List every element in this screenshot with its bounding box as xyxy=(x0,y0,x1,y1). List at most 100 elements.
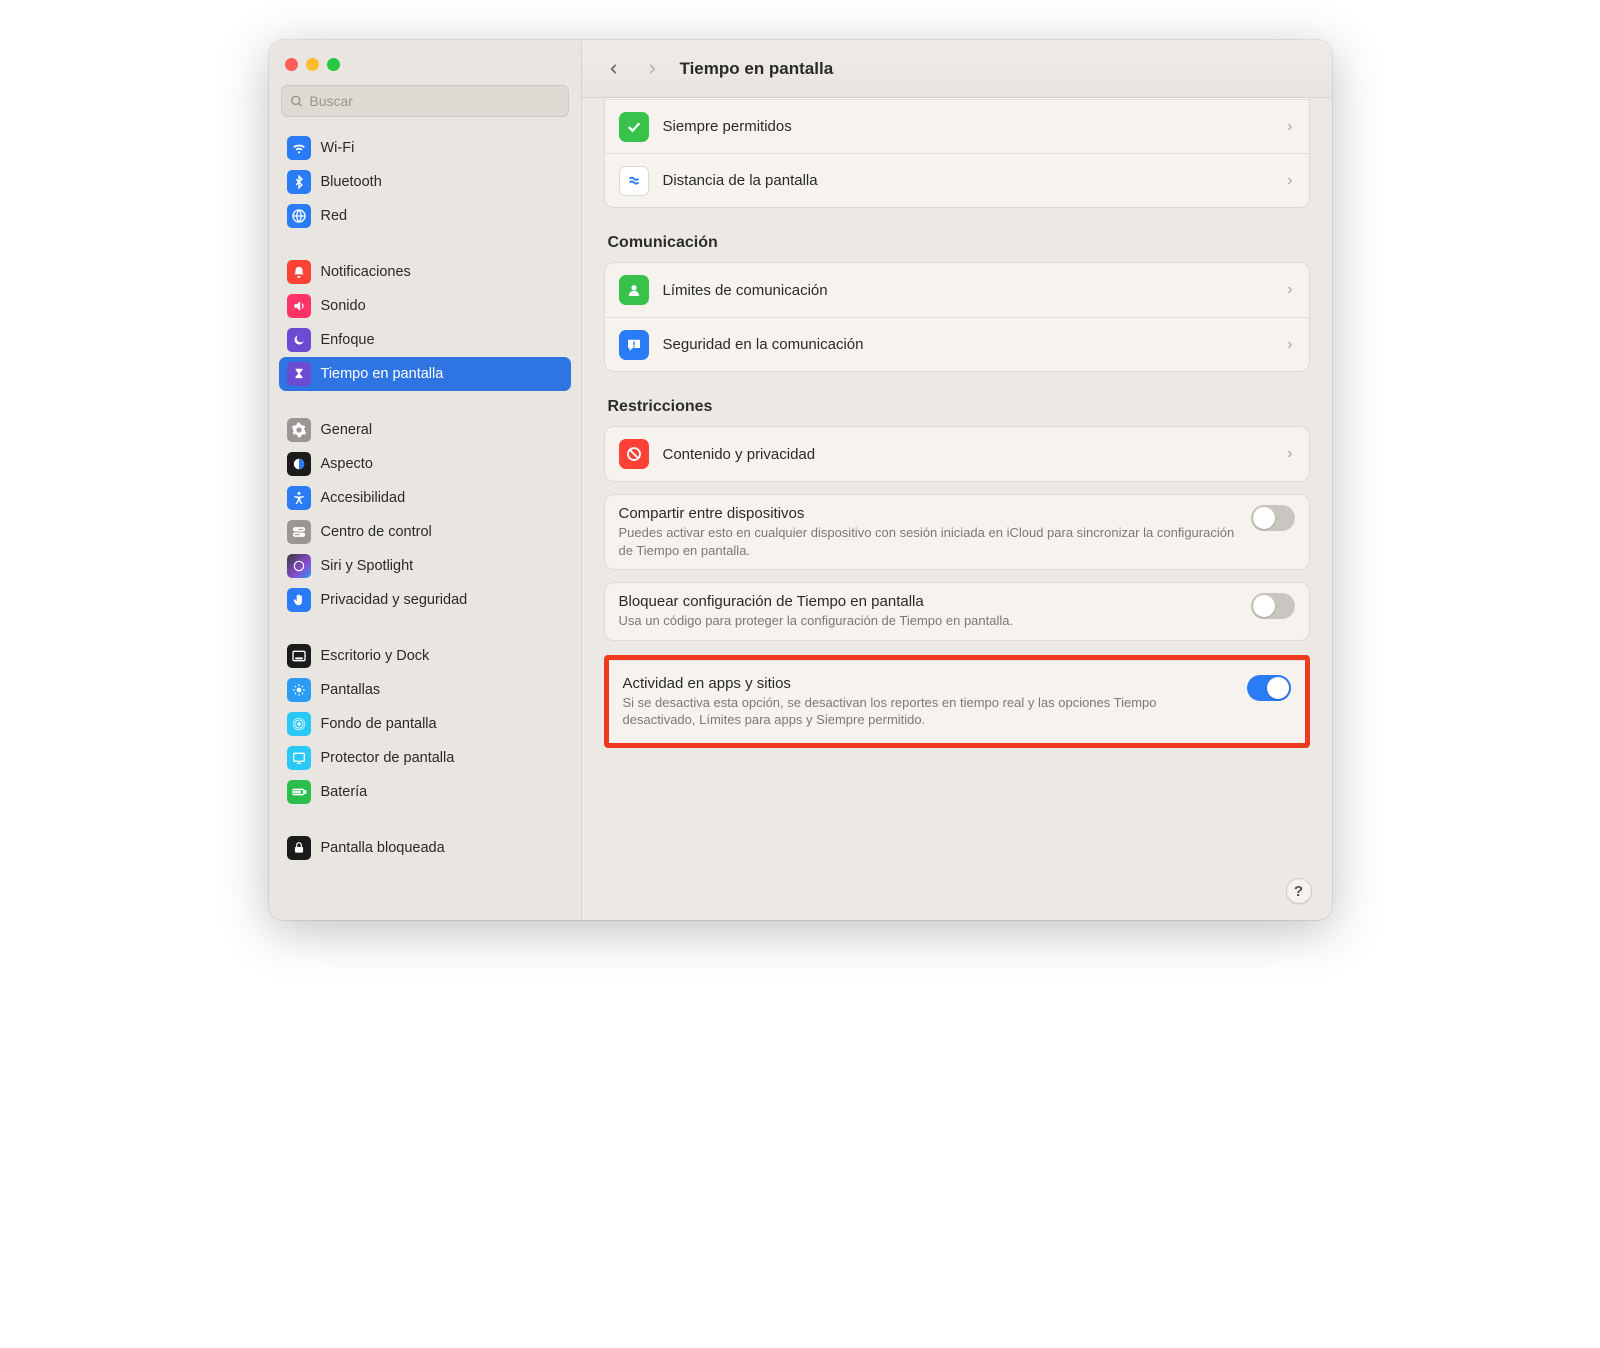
search-input[interactable] xyxy=(309,93,559,109)
sidebar-item-displays[interactable]: Pantallas xyxy=(279,673,571,707)
restrictions-card: Contenido y privacidad › xyxy=(604,426,1310,482)
sidebar-item-label: Tiempo en pantalla xyxy=(321,366,444,382)
sidebar-item-wifi[interactable]: Wi-Fi xyxy=(279,131,571,165)
row-label: Distancia de la pantalla xyxy=(663,172,818,189)
window-controls xyxy=(269,52,581,85)
sidebar-item-label: Enfoque xyxy=(321,332,375,348)
no-entry-icon xyxy=(619,439,649,469)
row-label: Siempre permitidos xyxy=(663,118,792,135)
highlighted-region: Actividad en apps y sitios Si se desacti… xyxy=(604,655,1310,748)
siri-icon xyxy=(287,554,311,578)
sidebar-item-label: Accesibilidad xyxy=(321,490,406,506)
close-window-button[interactable] xyxy=(285,58,298,71)
row-screen-distance[interactable]: Distancia de la pantalla › xyxy=(605,153,1309,207)
sidebar-item-control-center[interactable]: Centro de control xyxy=(279,515,571,549)
sidebar-item-label: Pantalla bloqueada xyxy=(321,840,445,856)
forward-button[interactable] xyxy=(638,55,666,83)
content-scroll[interactable]: Siempre permitidos › Distancia de la pan… xyxy=(582,98,1332,920)
battery-icon xyxy=(287,780,311,804)
row-share-devices: Compartir entre dispositivos Puedes acti… xyxy=(605,495,1309,569)
sidebar-item-label: Centro de control xyxy=(321,524,432,540)
row-description: Usa un código para proteger la configura… xyxy=(619,612,1237,630)
bell-icon xyxy=(287,260,311,284)
row-label: Límites de comunicación xyxy=(663,282,828,299)
row-label: Contenido y privacidad xyxy=(663,446,816,463)
row-comm-safety[interactable]: Seguridad en la comunicación › xyxy=(605,317,1309,371)
globe-icon xyxy=(287,204,311,228)
row-content-privacy[interactable]: Contenido y privacidad › xyxy=(605,427,1309,481)
check-icon xyxy=(619,112,649,142)
moon-icon xyxy=(287,328,311,352)
sidebar-nav: Wi-Fi Bluetooth Red Notificaciones xyxy=(269,127,581,889)
sidebar-item-battery[interactable]: Batería xyxy=(279,775,571,809)
sidebar-item-label: Protector de pantalla xyxy=(321,750,455,766)
accessibility-icon xyxy=(287,486,311,510)
sidebar-item-appearance[interactable]: Aspecto xyxy=(279,447,571,481)
sidebar-item-screentime[interactable]: Tiempo en pantalla xyxy=(279,357,571,391)
sidebar-item-sound[interactable]: Sonido xyxy=(279,289,571,323)
sidebar-item-accessibility[interactable]: Accesibilidad xyxy=(279,481,571,515)
chevron-right-icon: › xyxy=(1287,336,1294,354)
sidebar-item-label: Siri y Spotlight xyxy=(321,558,414,574)
gear-icon xyxy=(287,418,311,442)
sidebar-item-focus[interactable]: Enfoque xyxy=(279,323,571,357)
appearance-icon xyxy=(287,452,311,476)
minimize-window-button[interactable] xyxy=(306,58,319,71)
lock-settings-card: Bloquear configuración de Tiempo en pant… xyxy=(604,582,1310,641)
sidebar-item-screensaver[interactable]: Protector de pantalla xyxy=(279,741,571,775)
hourglass-icon xyxy=(287,362,311,386)
row-label: Actividad en apps y sitios xyxy=(623,675,1233,692)
main-panel: Tiempo en pantalla Siempre permitidos › … xyxy=(582,40,1332,920)
person-icon xyxy=(619,275,649,305)
row-label: Seguridad en la comunicación xyxy=(663,336,864,353)
switches-icon xyxy=(287,520,311,544)
lock-settings-toggle[interactable] xyxy=(1251,593,1295,619)
row-description: Puedes activar esto en cualquier disposi… xyxy=(619,524,1237,559)
sidebar-item-bluetooth[interactable]: Bluetooth xyxy=(279,165,571,199)
help-button[interactable]: ? xyxy=(1286,878,1312,904)
back-button[interactable] xyxy=(600,55,628,83)
sidebar-item-network[interactable]: Red xyxy=(279,199,571,233)
sidebar-item-privacy[interactable]: Privacidad y seguridad xyxy=(279,583,571,617)
sidebar-item-label: Batería xyxy=(321,784,368,800)
search-icon xyxy=(290,94,304,109)
sidebar-item-label: Privacidad y seguridad xyxy=(321,592,468,608)
sidebar-item-label: Pantallas xyxy=(321,682,381,698)
search-field[interactable] xyxy=(281,85,569,117)
sidebar-item-wallpaper[interactable]: Fondo de pantalla xyxy=(279,707,571,741)
app-website-activity-toggle[interactable] xyxy=(1247,675,1291,701)
section-communication-title: Comunicación xyxy=(608,234,1306,252)
zoom-window-button[interactable] xyxy=(327,58,340,71)
row-comm-limits[interactable]: Límites de comunicación › xyxy=(605,263,1309,317)
row-label: Compartir entre dispositivos xyxy=(619,505,1237,522)
row-always-allowed[interactable]: Siempre permitidos › xyxy=(605,99,1309,153)
settings-window: Wi-Fi Bluetooth Red Notificaciones xyxy=(269,40,1332,920)
wifi-icon xyxy=(287,136,311,160)
section-restrictions-title: Restricciones xyxy=(608,398,1306,416)
sidebar-item-dock[interactable]: Escritorio y Dock xyxy=(279,639,571,673)
chevron-right-icon: › xyxy=(1287,445,1294,463)
sidebar-item-general[interactable]: General xyxy=(279,413,571,447)
sidebar-item-label: Sonido xyxy=(321,298,366,314)
sidebar-item-siri[interactable]: Siri y Spotlight xyxy=(279,549,571,583)
row-label: Bloquear configuración de Tiempo en pant… xyxy=(619,593,1237,610)
sidebar-item-label: Fondo de pantalla xyxy=(321,716,437,732)
titlebar: Tiempo en pantalla xyxy=(582,40,1332,98)
sidebar-item-lockscreen[interactable]: Pantalla bloqueada xyxy=(279,831,571,865)
activity-card: Actividad en apps y sitios Si se desacti… xyxy=(609,660,1305,743)
sidebar-item-label: Notificaciones xyxy=(321,264,411,280)
display-icon xyxy=(287,678,311,702)
sidebar-item-label: Wi-Fi xyxy=(321,140,355,156)
sidebar-item-notifications[interactable]: Notificaciones xyxy=(279,255,571,289)
screensaver-icon xyxy=(287,746,311,770)
bluetooth-icon xyxy=(287,170,311,194)
chevron-right-icon: › xyxy=(1287,172,1294,190)
row-app-website-activity: Actividad en apps y sitios Si se desacti… xyxy=(609,661,1305,743)
sidebar-item-label: Aspecto xyxy=(321,456,373,472)
chevron-right-icon: › xyxy=(1287,281,1294,299)
page-title: Tiempo en pantalla xyxy=(680,59,834,79)
lock-icon xyxy=(287,836,311,860)
chevron-right-icon: › xyxy=(1287,118,1294,136)
row-lock-settings: Bloquear configuración de Tiempo en pant… xyxy=(605,583,1309,640)
share-devices-toggle[interactable] xyxy=(1251,505,1295,531)
